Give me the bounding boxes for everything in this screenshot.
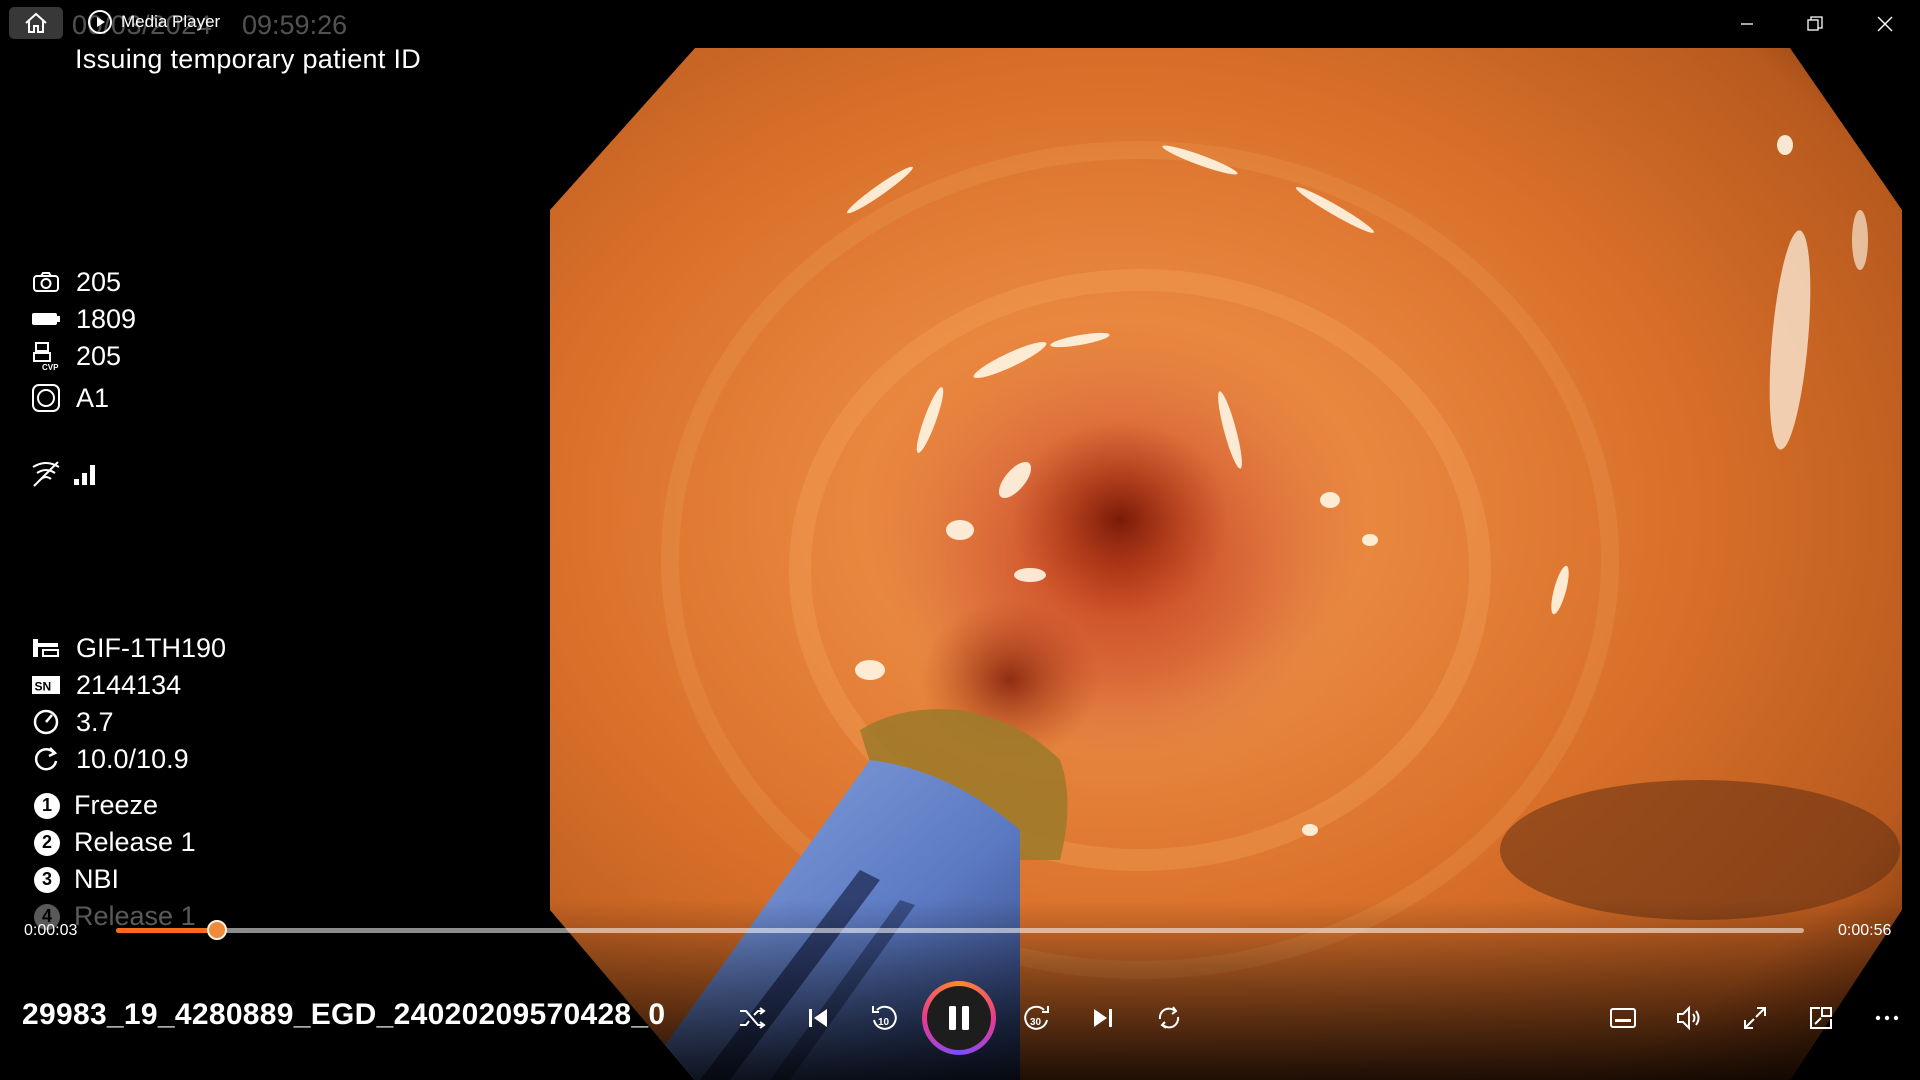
battery-icon (30, 303, 62, 335)
pause-button-inner (927, 986, 991, 1050)
home-icon (25, 12, 47, 33)
repeat-button[interactable] (1145, 994, 1193, 1042)
close-button[interactable] (1852, 0, 1918, 48)
camera-icon (30, 266, 62, 298)
minimize-button[interactable] (1714, 0, 1780, 48)
next-icon (1094, 1009, 1112, 1027)
svg-text:10: 10 (878, 1017, 890, 1028)
previous-button[interactable] (794, 994, 842, 1042)
scope-model-value: GIF-1TH190 (76, 632, 227, 663)
forward-30-icon: 30 (1024, 1005, 1049, 1030)
svg-text:CVP: CVP (42, 363, 59, 371)
seek-bar[interactable] (116, 928, 1804, 933)
button-assignment-2: 2 Release 1 (34, 827, 196, 858)
counter-battery-value: 1809 (76, 303, 137, 334)
button-assignment-label: Freeze (74, 790, 159, 820)
repeat-icon (1158, 1006, 1180, 1029)
counter-cvp-value: 205 (76, 340, 122, 371)
scope-parameter-value: 3.7 (76, 706, 114, 737)
scope-parameter: 3.7 (30, 706, 114, 738)
signal-status (30, 458, 102, 490)
scope-serial-value: 2144134 (76, 669, 182, 700)
media-player-icon (88, 10, 112, 34)
svg-text:30: 30 (1030, 1017, 1042, 1028)
button-assignment-label: Release 1 (74, 827, 196, 857)
seek-bar-thumb[interactable] (207, 920, 227, 940)
shuffle-button[interactable] (728, 994, 776, 1042)
more-icon (1875, 1015, 1899, 1021)
dial-icon (30, 706, 62, 738)
mini-player-icon (1810, 1007, 1832, 1029)
rewind-10-icon: 10 (872, 1005, 897, 1030)
signal-bars-icon (70, 458, 102, 490)
cvp-printer-icon: CVP (30, 340, 62, 372)
pause-button[interactable] (922, 981, 996, 1055)
scope-rotation: 10.0/10.9 (30, 743, 189, 775)
button-assignment-1: 1 Freeze (34, 790, 158, 821)
no-signal-icon (30, 458, 62, 490)
structure-enhancement-value: A1 (76, 382, 110, 413)
scope-model: GIF-1TH190 (30, 632, 226, 664)
app-title-group: Media Player (88, 10, 220, 34)
fullscreen-icon (1744, 1007, 1766, 1029)
restore-button[interactable] (1782, 0, 1848, 48)
counter-cvp: CVP 205 (30, 340, 121, 372)
title-bar: 00/03/2024 09:59:26 Media Player (0, 0, 1920, 48)
status-message: Issuing temporary patient ID (75, 44, 422, 74)
scope-icon (30, 632, 62, 664)
seek-bar-progress (116, 928, 217, 933)
counter-camera: 205 (30, 266, 121, 298)
button-assignment-label: NBI (74, 864, 120, 894)
scope-rotation-value: 10.0/10.9 (76, 743, 189, 774)
structure-enhance-icon (30, 382, 62, 414)
badge-1: 1 (34, 792, 60, 819)
sn-icon: SN (30, 669, 62, 701)
restore-icon (1807, 16, 1823, 31)
total-time: 0:00:56 (1838, 922, 1892, 939)
subtitles-icon (1610, 1008, 1636, 1028)
more-options-button[interactable] (1863, 994, 1911, 1042)
structure-enhancement: A1 (30, 382, 109, 414)
svg-text:SN: SN (35, 680, 52, 694)
media-filename: 29983_19_4280889_EGD_24020209570428_0 (22, 998, 666, 1031)
shuffle-icon (740, 1007, 766, 1029)
rewind-10-button[interactable]: 10 (860, 994, 908, 1042)
rotate-icon (30, 743, 62, 775)
forward-30-button[interactable]: 30 (1013, 994, 1061, 1042)
current-time: 0:00:03 (24, 922, 78, 939)
close-icon (1877, 16, 1893, 32)
volume-button[interactable] (1665, 994, 1713, 1042)
next-button[interactable] (1079, 994, 1127, 1042)
mini-player-button[interactable] (1797, 994, 1845, 1042)
subtitles-button[interactable] (1599, 994, 1647, 1042)
app-title: Media Player (121, 12, 221, 31)
button-assignment-3: 3 NBI (34, 864, 119, 895)
volume-icon (1677, 1005, 1700, 1031)
pause-icon (949, 1006, 969, 1030)
fullscreen-button[interactable] (1731, 994, 1779, 1042)
badge-3: 3 (34, 866, 60, 893)
previous-icon (809, 1009, 827, 1027)
overlay-time: 09:59:26 (242, 10, 348, 40)
scope-serial: SN 2144134 (30, 669, 181, 701)
counter-battery: 1809 (30, 303, 136, 335)
counter-camera-value: 205 (76, 266, 122, 297)
minimize-icon (1741, 23, 1753, 25)
home-button[interactable] (9, 7, 63, 39)
badge-2: 2 (34, 829, 60, 856)
